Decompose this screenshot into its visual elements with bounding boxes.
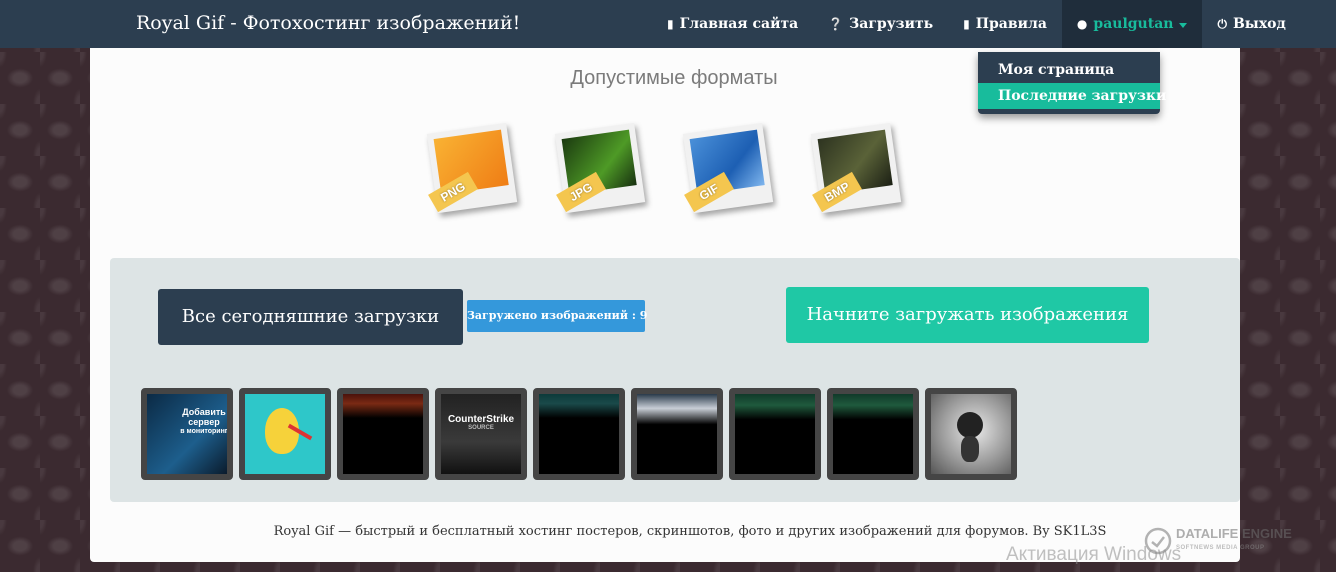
start-upload-button[interactable]: Начните загружать изображения — [786, 287, 1149, 343]
nav-item-logout[interactable]: ⏻ Выход — [1202, 0, 1300, 48]
dle-text: DATALIFE ENGINE SOFTNEWS MEDIA GROUP — [1176, 527, 1292, 555]
dle-title: DATALIFE ENGINE — [1176, 526, 1292, 541]
recent-thumbnails: Добавить сервер в мониторинг CounterStri… — [141, 388, 1017, 480]
thumbnail[interactable]: Добавить сервер в мониторинг — [141, 388, 233, 480]
nav-item-rules[interactable]: ▮ Правила — [948, 0, 1062, 48]
figure-body — [961, 436, 979, 462]
nav-item-user-menu[interactable]: ● paulgutan — [1061, 0, 1203, 48]
thumbnail-caption-line: CounterStrike — [447, 414, 515, 425]
figure-head — [957, 412, 983, 438]
user-icon: ● — [1076, 17, 1088, 31]
thumbnail[interactable] — [827, 388, 919, 480]
uploaded-count-badge: Загружено изображений : 9 — [467, 300, 647, 332]
user-dropdown-menu: Моя страница Последние загрузки — [978, 52, 1166, 114]
thumbnail-caption-line: в мониторинг — [180, 427, 228, 435]
thumbnail-caption-line: SOURCE — [468, 425, 494, 431]
nav-menu: ▮ Главная сайта ❔ Загрузить ▮ Правила ● … — [652, 0, 1301, 48]
today-uploads-button[interactable]: Все сегодняшние загрузки — [158, 289, 463, 345]
windows-activation-watermark: Активация Windows — [1006, 544, 1182, 565]
thumbnail[interactable]: CounterStrike SOURCE — [435, 388, 527, 480]
nav-item-label: Выход — [1232, 16, 1286, 32]
thumbnail[interactable] — [533, 388, 625, 480]
thumbnail[interactable] — [925, 388, 1017, 480]
nav-item-label: Главная сайта — [679, 16, 799, 32]
format-icons: PNG JPG GIF BMP — [426, 114, 946, 234]
jpg-format-icon: JPG — [554, 122, 646, 216]
thumbnail-caption: CounterStrike SOURCE — [443, 414, 519, 432]
file-icon: ▮ — [667, 17, 674, 31]
question-circle-icon: ❔ — [828, 17, 844, 31]
footer-text: Royal Gif — быстрый и бесплатный хостинг… — [273, 524, 1107, 539]
nav-item-upload[interactable]: ❔ Загрузить — [813, 0, 948, 48]
menu-item-recent-uploads[interactable]: Последние загрузки — [978, 83, 1166, 109]
png-format-icon: PNG — [426, 122, 518, 216]
thumbnail[interactable] — [239, 388, 331, 480]
nav-item-label: paulgutan — [1093, 16, 1174, 32]
nav-item-home[interactable]: ▮ Главная сайта — [652, 0, 813, 48]
thumbnail[interactable] — [729, 388, 821, 480]
menu-item-my-page[interactable]: Моя страница — [978, 57, 1160, 83]
caret-down-icon — [1179, 22, 1188, 28]
nav-item-label: Правила — [975, 16, 1047, 32]
power-icon: ⏻ — [1217, 16, 1227, 31]
thumbnail-caption-line: сервер — [188, 416, 220, 427]
gif-format-icon: GIF — [682, 122, 774, 216]
nav-item-label: Загрузить — [849, 16, 934, 32]
top-navbar: Royal Gif - Фотохостинг изображений! ▮ Г… — [0, 0, 1336, 48]
dle-subtitle: SOFTNEWS MEDIA GROUP — [1176, 545, 1265, 551]
site-brand[interactable]: Royal Gif - Фотохостинг изображений! — [136, 0, 520, 48]
bmp-format-icon: BMP — [810, 122, 902, 216]
uploads-panel: Все сегодняшние загрузки Загружено изобр… — [110, 258, 1240, 502]
thumbnail[interactable] — [631, 388, 723, 480]
file-icon: ▮ — [963, 17, 970, 31]
thumbnail-caption: Добавить сервер в мониторинг — [179, 407, 228, 435]
main-content: Допустимые форматы PNG JPG GIF BMP Все с… — [90, 48, 1240, 562]
thumbnail[interactable] — [337, 388, 429, 480]
